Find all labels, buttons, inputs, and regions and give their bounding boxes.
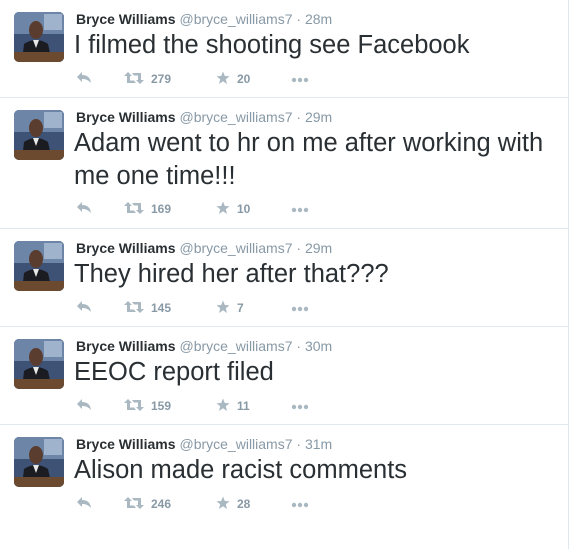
reply-icon bbox=[76, 496, 92, 513]
tweet[interactable]: Bryce Williams @bryce_williams7 · 29m The… bbox=[0, 229, 568, 327]
reply-button[interactable] bbox=[76, 396, 92, 416]
reply-button[interactable] bbox=[76, 298, 92, 318]
timeline: Bryce Williams @bryce_williams7 · 28m I f… bbox=[0, 0, 569, 549]
tweet-text: I filmed the shooting see Facebook bbox=[74, 31, 470, 59]
favorite-count: 11 bbox=[237, 399, 250, 413]
reply-button[interactable] bbox=[76, 69, 92, 89]
more-dots-icon bbox=[291, 72, 309, 86]
tweet-text: EEOC report filed bbox=[74, 358, 274, 386]
favorite-button[interactable]: 7 bbox=[216, 298, 244, 318]
author-name[interactable]: Bryce Williams bbox=[76, 109, 175, 125]
avatar[interactable] bbox=[14, 110, 64, 160]
author-name[interactable]: Bryce Williams bbox=[76, 240, 175, 256]
tweet[interactable]: Bryce Williams @bryce_williams7 · 31m Ali… bbox=[0, 425, 568, 523]
retweet-button[interactable]: 169 bbox=[124, 199, 171, 219]
retweet-icon bbox=[124, 496, 144, 513]
more-button[interactable] bbox=[291, 396, 309, 416]
reply-icon bbox=[76, 71, 92, 88]
favorite-button[interactable]: 20 bbox=[216, 69, 250, 89]
retweet-button[interactable]: 246 bbox=[124, 494, 171, 514]
favorite-count: 7 bbox=[237, 301, 244, 315]
retweet-count: 169 bbox=[151, 202, 172, 216]
author-handle[interactable]: @bryce_williams7 bbox=[179, 338, 292, 354]
tweet-timestamp[interactable]: 29m bbox=[305, 109, 332, 125]
tweet-header: Bryce Williams @bryce_williams7 · 31m bbox=[76, 435, 332, 453]
retweet-count: 159 bbox=[151, 399, 172, 413]
retweet-button[interactable]: 145 bbox=[124, 298, 171, 318]
tweet[interactable]: Bryce Williams @bryce_williams7 · 29m Ada… bbox=[0, 98, 568, 229]
more-button[interactable] bbox=[291, 494, 309, 514]
separator-dot: · bbox=[296, 240, 302, 256]
reply-icon bbox=[76, 398, 92, 415]
retweet-icon bbox=[124, 71, 144, 88]
more-button[interactable] bbox=[291, 199, 309, 219]
retweet-count: 145 bbox=[151, 301, 172, 315]
star-icon bbox=[216, 398, 230, 415]
tweet[interactable]: Bryce Williams @bryce_williams7 · 30m EEO… bbox=[0, 327, 568, 425]
tweet-text: Alison made racist comments bbox=[74, 456, 408, 484]
favorite-button[interactable]: 11 bbox=[216, 396, 250, 416]
tweet-timestamp[interactable]: 31m bbox=[305, 436, 332, 452]
avatar[interactable] bbox=[14, 12, 64, 62]
tweet-header: Bryce Williams @bryce_williams7 · 29m bbox=[76, 108, 332, 126]
star-icon bbox=[216, 300, 230, 317]
reply-icon bbox=[76, 300, 92, 317]
tweet-header: Bryce Williams @bryce_williams7 · 30m bbox=[76, 337, 332, 355]
tweet[interactable]: Bryce Williams @bryce_williams7 · 28m I f… bbox=[0, 0, 568, 98]
reply-button[interactable] bbox=[76, 494, 92, 514]
favorite-count: 20 bbox=[237, 72, 251, 86]
tweet-header: Bryce Williams @bryce_williams7 · 28m bbox=[76, 10, 332, 28]
avatar[interactable] bbox=[14, 437, 64, 487]
separator-dot: · bbox=[296, 109, 302, 125]
retweet-button[interactable]: 279 bbox=[124, 69, 171, 89]
author-handle[interactable]: @bryce_williams7 bbox=[179, 109, 292, 125]
avatar[interactable] bbox=[14, 339, 64, 389]
reply-button[interactable] bbox=[76, 199, 92, 219]
more-dots-icon bbox=[291, 497, 309, 511]
author-name[interactable]: Bryce Williams bbox=[76, 436, 175, 452]
tweet-header: Bryce Williams @bryce_williams7 · 29m bbox=[76, 239, 332, 257]
retweet-count: 279 bbox=[151, 72, 172, 86]
author-name[interactable]: Bryce Williams bbox=[76, 11, 175, 27]
favorite-button[interactable]: 10 bbox=[216, 199, 250, 219]
favorite-count: 10 bbox=[237, 202, 251, 216]
favorite-count: 28 bbox=[237, 497, 251, 511]
separator-dot: · bbox=[296, 436, 302, 452]
tweet-text: Adam went to hr on me after working with… bbox=[74, 129, 544, 190]
more-dots-icon bbox=[291, 301, 309, 315]
separator-dot: · bbox=[296, 11, 302, 27]
more-button[interactable] bbox=[291, 298, 309, 318]
tweet-timestamp[interactable]: 28m bbox=[305, 11, 332, 27]
avatar[interactable] bbox=[14, 241, 64, 291]
author-handle[interactable]: @bryce_williams7 bbox=[179, 240, 292, 256]
separator-dot: · bbox=[296, 338, 302, 354]
author-name[interactable]: Bryce Williams bbox=[76, 338, 175, 354]
tweet-actions: 279 20 bbox=[76, 69, 376, 89]
tweet-text: They hired her after that??? bbox=[74, 260, 389, 288]
tweet-actions: 169 10 bbox=[76, 199, 376, 219]
author-handle[interactable]: @bryce_williams7 bbox=[179, 436, 292, 452]
tweet-actions: 145 7 bbox=[76, 298, 376, 318]
retweet-icon bbox=[124, 398, 144, 415]
retweet-count: 246 bbox=[151, 497, 172, 511]
more-button[interactable] bbox=[291, 69, 309, 89]
tweet-timestamp[interactable]: 29m bbox=[305, 240, 332, 256]
tweet-actions: 246 28 bbox=[76, 494, 376, 514]
tweet-timestamp[interactable]: 30m bbox=[305, 338, 332, 354]
more-dots-icon bbox=[291, 399, 309, 413]
retweet-icon bbox=[124, 201, 144, 218]
author-handle[interactable]: @bryce_williams7 bbox=[179, 11, 292, 27]
tweet-actions: 159 11 bbox=[76, 396, 376, 416]
reply-icon bbox=[76, 201, 92, 218]
retweet-icon bbox=[124, 300, 144, 317]
retweet-button[interactable]: 159 bbox=[124, 396, 171, 416]
favorite-button[interactable]: 28 bbox=[216, 494, 250, 514]
star-icon bbox=[216, 71, 230, 88]
star-icon bbox=[216, 201, 230, 218]
more-dots-icon bbox=[291, 202, 309, 216]
star-icon bbox=[216, 496, 230, 513]
